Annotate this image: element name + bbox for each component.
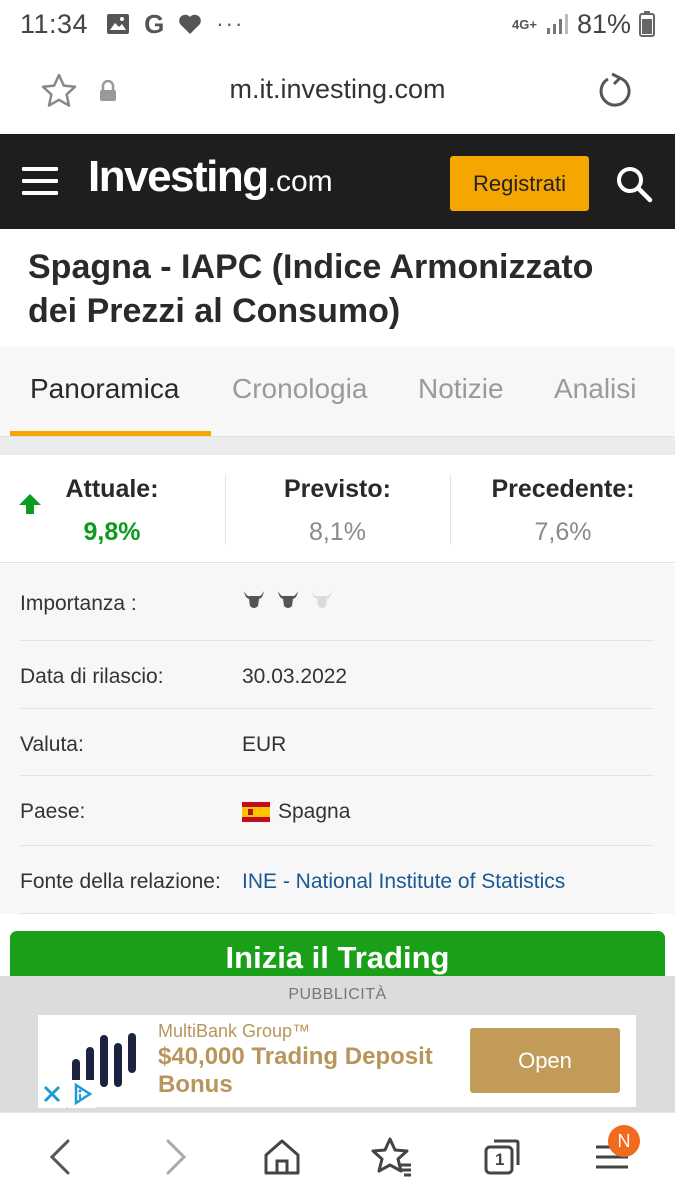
tab-analisi[interactable]: Analisi bbox=[554, 373, 636, 405]
register-button[interactable]: Registrati bbox=[450, 156, 589, 211]
importance-bulls bbox=[242, 588, 334, 612]
home-icon[interactable] bbox=[260, 1135, 304, 1179]
current-label: Attuale: bbox=[65, 475, 159, 503]
value-separator bbox=[450, 475, 451, 545]
currency-row: Valuta: EUR bbox=[20, 709, 654, 776]
more-notifications-icon: ··· bbox=[216, 11, 245, 36]
value-separator bbox=[225, 475, 226, 545]
ad-label: PUBBLICITÀ bbox=[288, 986, 387, 1003]
battery-icon bbox=[639, 11, 655, 37]
forecast-value: 8,1% bbox=[309, 518, 366, 546]
forecast-value-block: Previsto: 8,1% bbox=[260, 475, 415, 547]
country-value-block: Spagna bbox=[242, 800, 350, 824]
notification-badge: N bbox=[608, 1125, 640, 1157]
current-value-block: Attuale: 9,8% bbox=[52, 475, 172, 547]
google-icon: G bbox=[144, 8, 165, 39]
active-tab-indicator bbox=[10, 431, 211, 436]
tab-cronologia[interactable]: Cronologia bbox=[232, 373, 367, 405]
site-logo[interactable]: Investing.com bbox=[88, 152, 333, 202]
forecast-label: Previsto: bbox=[284, 475, 391, 503]
importance-label: Importanza : bbox=[20, 592, 137, 615]
ad-close-icon[interactable] bbox=[38, 1080, 66, 1108]
country-value: Spagna bbox=[278, 800, 351, 823]
page-title: Spagna - IAPC (Indice Armonizzato dei Pr… bbox=[28, 248, 594, 330]
tab-notizie[interactable]: Notizie bbox=[418, 373, 504, 405]
event-details: Importanza : Data di rilascio: 30.03.202… bbox=[0, 564, 675, 914]
status-bar: 11:34 G ··· 4G+ 81% bbox=[0, 0, 675, 48]
tab-panoramica[interactable]: Panoramica bbox=[30, 373, 179, 405]
ad-open-button[interactable]: Open bbox=[470, 1028, 620, 1093]
battery-percent: 81% bbox=[576, 8, 631, 39]
ad-choices-icon[interactable] bbox=[68, 1080, 96, 1108]
source-row: Fonte della relazione: INE - National In… bbox=[20, 846, 654, 914]
bookmarks-icon[interactable] bbox=[370, 1135, 414, 1179]
previous-label: Precedente: bbox=[491, 475, 635, 503]
browser-url-bar: m.it.investing.com bbox=[0, 48, 675, 134]
heart-icon bbox=[179, 14, 202, 34]
previous-value: 7,6% bbox=[534, 518, 592, 546]
tabs-count: 1 bbox=[495, 1150, 505, 1169]
release-date-label: Data di rilascio: bbox=[20, 665, 164, 688]
tabs-button[interactable]: 1 bbox=[480, 1135, 524, 1179]
status-time: 11:34 bbox=[20, 8, 89, 39]
url-text[interactable]: m.it.investing.com bbox=[0, 74, 675, 105]
bull-icon bbox=[244, 591, 264, 608]
ad-banner: PUBBLICITÀ MultiBank Group™ $40,000 Trad… bbox=[0, 976, 675, 1112]
country-label: Paese: bbox=[20, 800, 86, 823]
site-header: Investing.com Registrati bbox=[0, 134, 675, 229]
currency-value: EUR bbox=[242, 733, 287, 756]
indicator-values: Attuale: 9,8% Previsto: 8,1% Precedente:… bbox=[0, 455, 675, 563]
page: 11:34 G ··· 4G+ 81% m.it.investing.com I… bbox=[0, 0, 675, 1200]
bull-icon-inactive bbox=[312, 591, 332, 608]
ad-brand: MultiBank Group™ bbox=[158, 1021, 311, 1041]
ad-box[interactable]: MultiBank Group™ $40,000 Trading Deposit… bbox=[38, 1015, 636, 1107]
ad-headline: $40,000 Trading Deposit Bonus bbox=[158, 1043, 433, 1098]
hamburger-icon[interactable] bbox=[22, 167, 58, 195]
search-icon[interactable] bbox=[614, 164, 654, 204]
importance-row: Importanza : bbox=[20, 564, 654, 641]
source-label: Fonte della relazione: bbox=[20, 870, 221, 893]
country-row: Paese: Spagna bbox=[20, 776, 654, 846]
tab-bar: Panoramica Cronologia Notizie Analisi bbox=[0, 347, 675, 437]
reload-icon[interactable] bbox=[596, 72, 634, 110]
current-value: 9,8% bbox=[83, 518, 141, 546]
network-type: 4G+ bbox=[512, 16, 537, 32]
currency-label: Valuta: bbox=[20, 733, 84, 756]
release-date-value: 30.03.2022 bbox=[242, 665, 348, 688]
signal-icon bbox=[546, 14, 568, 34]
bull-icon bbox=[278, 591, 298, 608]
status-right: 4G+ 81% bbox=[512, 9, 655, 40]
section-divider bbox=[0, 437, 675, 455]
status-notification-icons: G ··· bbox=[106, 9, 244, 40]
release-date-row: Data di rilascio: 30.03.2022 bbox=[20, 641, 654, 709]
trend-up-arrow-icon bbox=[19, 494, 41, 514]
spain-flag-icon bbox=[242, 802, 270, 822]
browser-bottom-nav: 1 N bbox=[0, 1112, 675, 1200]
gallery-icon bbox=[107, 14, 130, 34]
back-icon[interactable] bbox=[40, 1135, 84, 1179]
source-link[interactable]: INE - National Institute of Statistics bbox=[242, 870, 565, 894]
previous-value-block: Precedente: 7,6% bbox=[478, 475, 648, 547]
forward-icon[interactable] bbox=[152, 1135, 196, 1179]
